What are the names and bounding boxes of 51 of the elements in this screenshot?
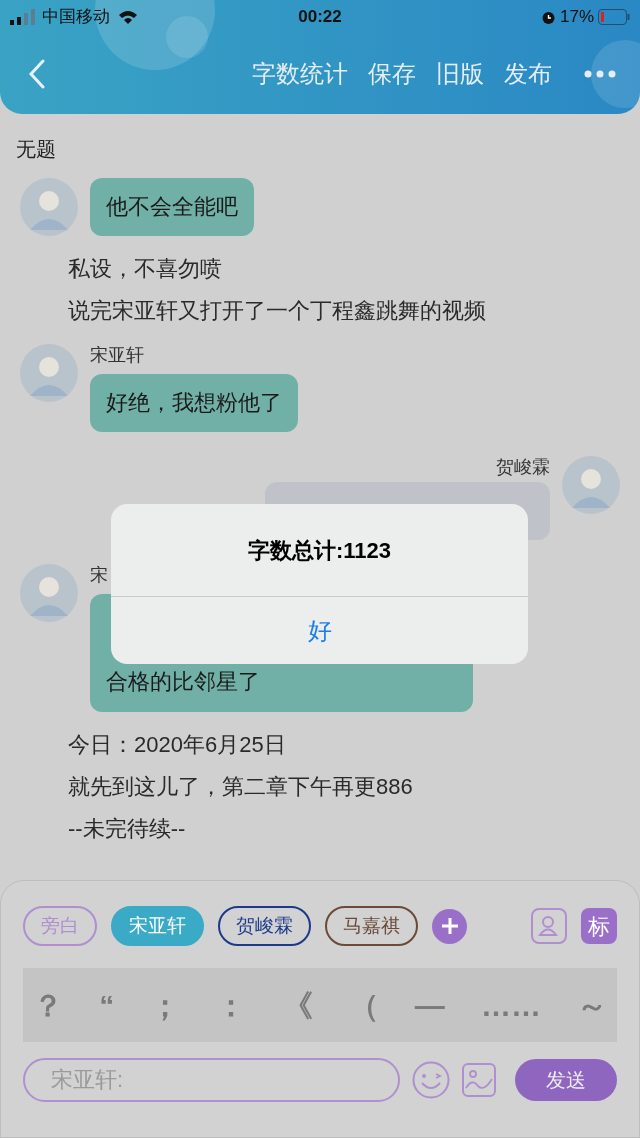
narration-text: --未完待续-- [67, 815, 187, 843]
alert-title: 字数总计:1123 [111, 504, 528, 597]
sender-name: 宋亚轩 [90, 344, 145, 366]
avatar [562, 456, 620, 514]
sender-name: 宋 [90, 564, 109, 586]
battery-icon [598, 9, 630, 25]
signal-icon [10, 9, 38, 25]
narration-text: 就先到这儿了，第二章下午再更886 [67, 773, 414, 801]
nav-action[interactable]: 保存 [368, 56, 416, 92]
message-bubble: 好绝，我想粉他了 [90, 374, 298, 432]
punctuation-key[interactable]: 《 [278, 982, 317, 1028]
role-chip[interactable]: 贺峻霖 [218, 906, 311, 946]
more-icon [584, 70, 616, 78]
person-icon [538, 915, 560, 937]
punctuation-key[interactable]: …… [476, 982, 545, 1028]
alarm-icon [540, 9, 556, 25]
role-chip[interactable]: 旁白 [23, 906, 97, 946]
punctuation-key[interactable]: ； [146, 982, 185, 1028]
avatar [20, 178, 78, 236]
punctuation-key[interactable]: （ [344, 982, 383, 1028]
back-icon [28, 59, 46, 89]
message-bubble: 他不会全能吧 [90, 178, 254, 236]
nav-action[interactable]: 旧版 [436, 56, 484, 92]
avatar [20, 564, 78, 622]
punctuation-key[interactable]: — [410, 982, 449, 1028]
message-input[interactable]: 宋亚轩: [23, 1058, 400, 1102]
carrier-text: 中国移动 [42, 6, 110, 29]
narration-text: 今日：2020年6月25日 [67, 731, 287, 759]
role-chip[interactable]: 马嘉祺 [325, 906, 418, 946]
mark-button[interactable]: 标 [581, 908, 617, 944]
time-text: 00:22 [298, 6, 342, 29]
punctuation-key[interactable]: ？ [29, 982, 67, 1028]
emoji-icon[interactable] [412, 1061, 450, 1099]
wifi-icon [118, 9, 138, 25]
contact-button[interactable] [531, 908, 567, 944]
image-icon[interactable] [462, 1063, 496, 1097]
send-button[interactable]: 发送 [515, 1059, 617, 1101]
narration-text: 说完宋亚轩又打开了一个丁程鑫跳舞的视频 [67, 297, 487, 325]
punctuation-key[interactable]: “ [95, 982, 119, 1028]
narration-text: 私设，不喜勿喷 [67, 255, 223, 283]
role-chip[interactable]: 宋亚轩 [111, 906, 204, 946]
document-title: 无题 [15, 137, 57, 162]
sender-name: 贺峻霖 [496, 456, 550, 478]
nav-action[interactable]: 字数统计 [252, 56, 348, 92]
plus-icon [439, 916, 460, 936]
battery-text: 17% [559, 6, 594, 29]
nav-action[interactable]: 发布 [504, 56, 552, 92]
avatar [20, 344, 78, 402]
punctuation-key[interactable]: ： [212, 982, 251, 1028]
add-role-button[interactable] [432, 908, 467, 944]
punctuation-key[interactable]: ～ [573, 982, 611, 1028]
